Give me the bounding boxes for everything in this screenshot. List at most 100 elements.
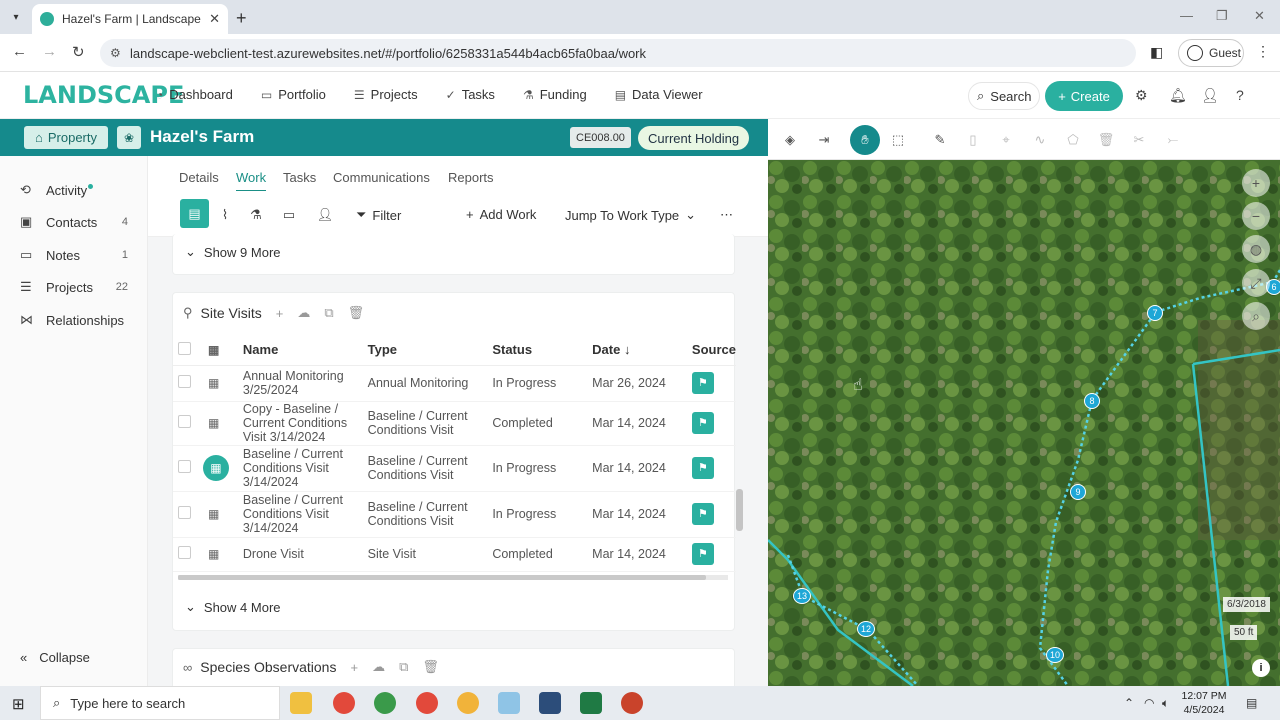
app-icon[interactable] [539, 692, 561, 714]
map-icon[interactable]: ▦ [208, 376, 219, 390]
tray-chevron-icon[interactable]: ⌃ [1124, 696, 1134, 710]
nav-tasks[interactable]: ✓ Tasks [446, 87, 495, 102]
add-work-button[interactable]: + Add Work [466, 207, 536, 222]
bell-icon[interactable]: 🔔︎ [1169, 87, 1187, 104]
clipboard-icon[interactable]: ▤ [180, 199, 209, 228]
map-point-marker[interactable]: 8 [1084, 393, 1100, 409]
copy-icon[interactable]: ⧉ [399, 659, 408, 675]
show-more-button[interactable]: ⌄ Show 9 More [185, 244, 281, 260]
column-source[interactable]: Source [691, 335, 736, 366]
map-point-marker[interactable]: 7 [1147, 305, 1163, 321]
property-type-button[interactable]: ⌂ Property [24, 126, 108, 149]
paperclip-icon[interactable]: ⌇ [212, 202, 238, 228]
draw-line-icon[interactable]: ∿ [1030, 130, 1050, 150]
row-name[interactable]: Annual Monitoring 3/25/2024 [242, 365, 368, 402]
column-name[interactable]: Name [242, 335, 368, 366]
document-icon[interactable]: ▯ [963, 130, 983, 150]
copy-icon[interactable]: ⧉ [324, 305, 333, 321]
back-icon[interactable]: ← [12, 43, 27, 60]
table-row[interactable]: ▦ Copy - Baseline / Current Conditions V… [173, 401, 736, 446]
chrome-icon[interactable] [333, 692, 355, 714]
table-row[interactable]: ▦ Baseline / Current Conditions Visit 3/… [173, 445, 736, 492]
scrollbar-thumb[interactable] [178, 575, 706, 580]
map-point-marker[interactable]: 9 [1070, 484, 1086, 500]
map-search-icon[interactable]: ⌕ [1242, 302, 1270, 330]
new-tab-icon[interactable]: + [236, 8, 247, 29]
powerpoint-icon[interactable] [621, 692, 643, 714]
add-icon[interactable]: + [276, 306, 284, 321]
split-icon[interactable]: ⤚ [1163, 130, 1183, 150]
zoom-out-icon[interactable]: − [1242, 202, 1270, 230]
row-checkbox[interactable] [178, 415, 191, 428]
jump-to-work-type-dropdown[interactable]: Jump To Work Type ⌄ [565, 207, 696, 223]
column-status[interactable]: Status [492, 335, 593, 366]
pin-icon[interactable]: ⌖ [996, 130, 1016, 150]
trash-icon[interactable]: 🗑︎ [348, 305, 365, 321]
wifi-icon[interactable]: ◠ [1144, 696, 1154, 710]
layers-icon[interactable]: ◈ [780, 130, 800, 150]
row-checkbox[interactable] [178, 506, 191, 519]
forward-icon[interactable]: → [42, 43, 57, 60]
source-app-icon[interactable]: ⚑ [691, 412, 714, 434]
person-settings-icon[interactable]: 👤︎ [312, 202, 338, 228]
source-app-icon[interactable]: ⚑ [691, 372, 714, 394]
close-tab-icon[interactable]: ✕ [209, 11, 220, 27]
row-checkbox[interactable] [178, 546, 191, 559]
row-name[interactable]: Baseline / Current Conditions Visit 3/14… [242, 491, 368, 538]
add-icon[interactable]: + [350, 660, 358, 675]
map-point-marker[interactable]: 10 [1046, 647, 1064, 663]
row-name[interactable]: Baseline / Current Conditions Visit 3/14… [242, 445, 368, 492]
browser-menu-icon[interactable]: ⋮ [1256, 43, 1270, 60]
app-icon[interactable] [498, 692, 520, 714]
tab-tasks[interactable]: Tasks [283, 170, 316, 185]
table-row[interactable]: ▦ Annual Monitoring 3/25/2024 Annual Mon… [173, 365, 736, 402]
property-status-badge[interactable]: Current Holding [638, 126, 750, 150]
column-date[interactable]: Date ↓ [592, 335, 692, 366]
nav-dashboard[interactable]: ◔ Dashboard [156, 87, 233, 102]
nav-data-viewer[interactable]: ▤ Data Viewer [615, 87, 703, 102]
nav-projects[interactable]: ☰ Projects [354, 87, 418, 102]
excel-icon[interactable] [580, 692, 602, 714]
tab-list-icon[interactable]: ▾ [6, 7, 26, 27]
sidebar-item-activity[interactable]: ⟲ Activity [20, 182, 128, 198]
settings-icon[interactable]: ⚙ [1135, 87, 1148, 104]
map-point-marker[interactable]: 12 [857, 621, 875, 637]
restore-icon[interactable]: ❐ [1216, 8, 1228, 24]
fit-extent-icon[interactable]: ⤢ [1242, 269, 1270, 297]
globe-icon[interactable]: ◍ [1242, 235, 1270, 263]
browser-tab[interactable]: Hazel's Farm | Landscape ✕ [32, 4, 228, 34]
more-options-icon[interactable]: ⋯ [720, 207, 733, 223]
source-app-icon[interactable]: ⚑ [691, 543, 714, 565]
row-name[interactable]: Copy - Baseline / Current Conditions Vis… [242, 401, 368, 446]
filter-button[interactable]: ⏷ Filter [356, 207, 401, 223]
sidebar-item-contacts[interactable]: ▣ Contacts 4 [20, 214, 128, 230]
windows-start-icon[interactable]: ⊞ [12, 695, 25, 713]
zoom-in-icon[interactable]: + [1242, 169, 1270, 197]
reload-icon[interactable]: ↻ [72, 43, 85, 61]
map-icon[interactable]: ▦ [202, 455, 229, 481]
map-panel[interactable]: ◈ ⇥ ✋︎ ⬚ ✎ ▯ ⌖ ∿ ⬠ 🗑︎ ✂ ⤚ 6 7 8 9 10 12 … [768, 119, 1280, 686]
cloud-icon[interactable]: ☁ [372, 659, 385, 675]
select-box-icon[interactable]: ⬚ [888, 130, 908, 150]
select-all-checkbox[interactable] [178, 341, 191, 355]
row-checkbox[interactable] [178, 375, 191, 388]
map-point-marker[interactable]: 13 [793, 588, 811, 604]
side-panel-icon[interactable]: ◧ [1150, 44, 1163, 61]
notifications-icon[interactable]: ▤ [1246, 696, 1257, 710]
polygon-icon[interactable]: ⬠ [1063, 130, 1083, 150]
taskbar-clock[interactable]: 12:07 PM 4/5/2024 [1180, 689, 1228, 717]
profile-button[interactable]: Guest [1178, 39, 1244, 67]
vertical-scrollbar[interactable] [736, 489, 743, 531]
map-icon[interactable]: ▦ [208, 547, 219, 561]
flask-icon[interactable]: ⚗ [243, 202, 269, 228]
nav-funding[interactable]: ⚗ Funding [523, 87, 587, 102]
source-app-icon[interactable]: ⚑ [691, 503, 714, 525]
chrome-icon[interactable] [374, 692, 396, 714]
scissors-icon[interactable]: ✂ [1129, 130, 1149, 150]
delete-icon[interactable]: 🗑︎ [1096, 130, 1116, 150]
cloud-icon[interactable]: ☁ [297, 305, 310, 321]
show-more-button[interactable]: ⌄ Show 4 More [185, 599, 281, 615]
help-icon[interactable]: ? [1236, 87, 1244, 103]
file-explorer-icon[interactable] [290, 692, 312, 714]
satellite-map[interactable] [768, 160, 1280, 686]
